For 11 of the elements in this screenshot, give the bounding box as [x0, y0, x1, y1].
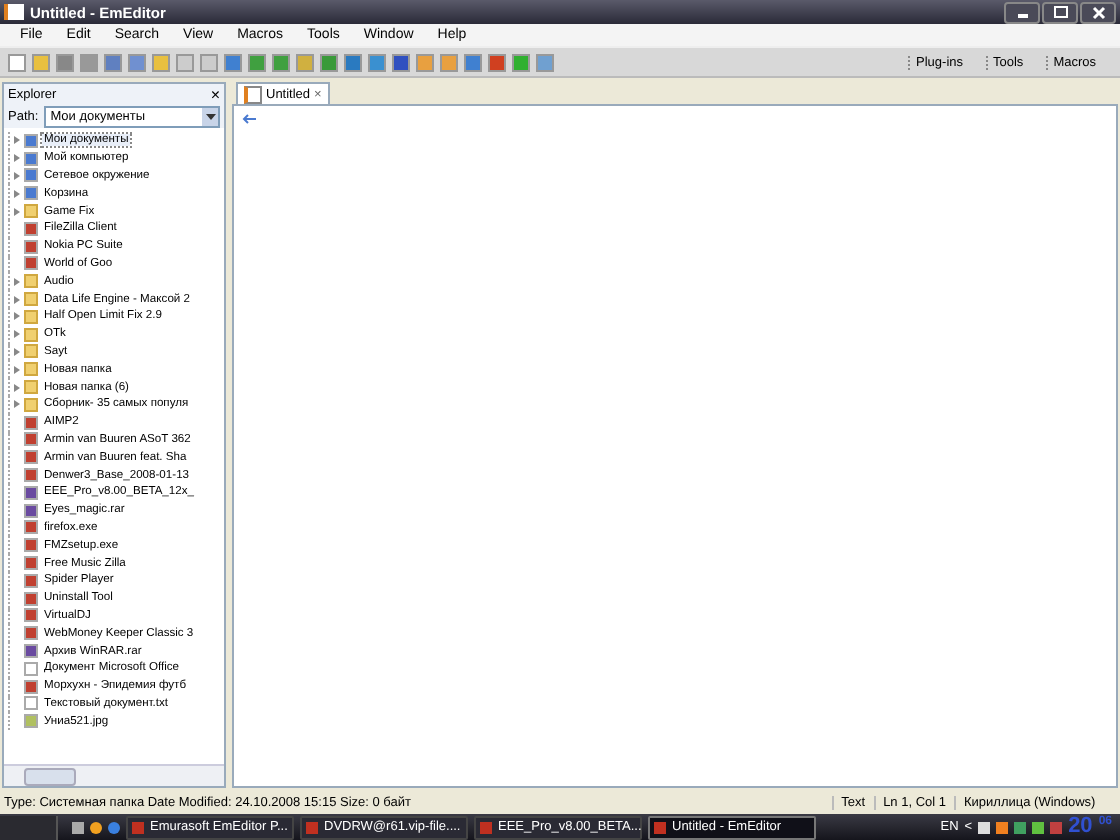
maximize-button[interactable]	[1042, 1, 1078, 23]
close-button[interactable]	[1080, 1, 1116, 23]
dropdown-arrow-icon[interactable]	[205, 113, 215, 119]
minimize-button[interactable]	[1004, 1, 1040, 23]
horizontal-scrollbar[interactable]	[4, 764, 224, 786]
editor-icon	[4, 4, 24, 20]
close-icon[interactable]	[1091, 5, 1105, 19]
eof-arrow-icon	[242, 114, 256, 124]
close-button[interactable]: ×	[210, 85, 220, 103]
clock-hours: 20	[1068, 816, 1093, 838]
start-button[interactable]	[0, 815, 58, 839]
